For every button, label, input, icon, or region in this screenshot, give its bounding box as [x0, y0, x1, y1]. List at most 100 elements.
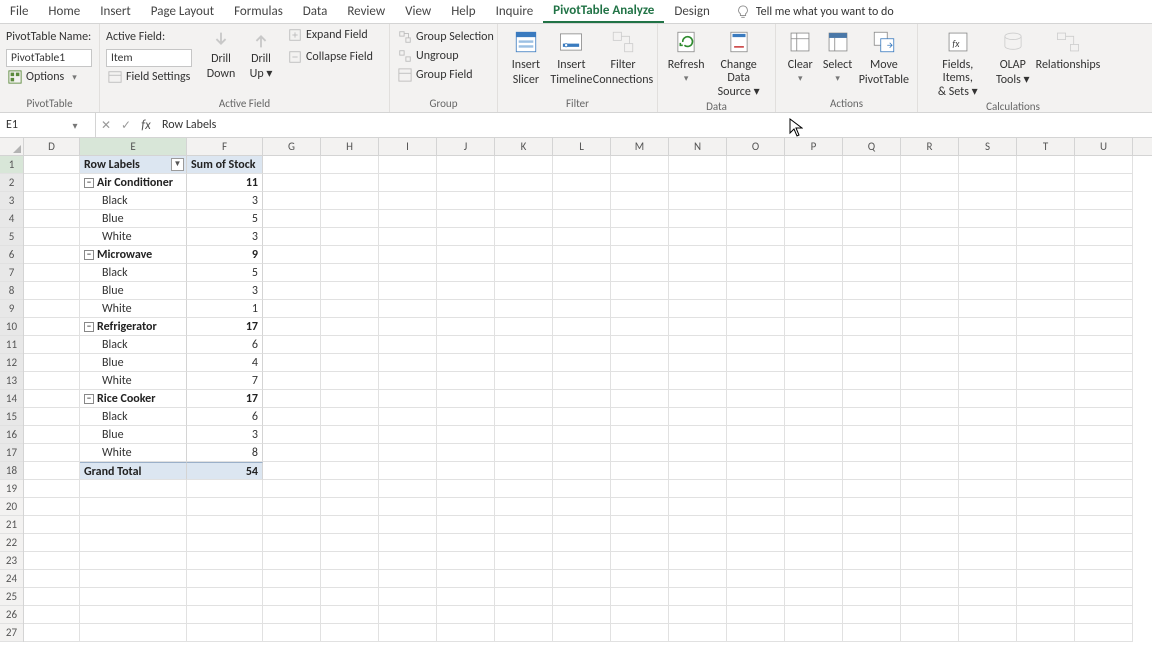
row-header[interactable]: 16 — [0, 426, 23, 444]
cell[interactable] — [263, 444, 321, 462]
cell[interactable] — [24, 318, 80, 336]
cell[interactable] — [1017, 354, 1075, 372]
col-header-N[interactable]: N — [669, 138, 727, 155]
cell[interactable] — [843, 336, 901, 354]
collapse-toggle[interactable]: − — [84, 322, 94, 332]
cell[interactable]: Black — [80, 408, 187, 426]
cell[interactable] — [611, 498, 669, 516]
menu-tab-view[interactable]: View — [395, 1, 441, 22]
cell[interactable] — [669, 174, 727, 192]
cell[interactable] — [1075, 300, 1133, 318]
cell[interactable] — [437, 318, 495, 336]
menu-tab-page-layout[interactable]: Page Layout — [141, 1, 224, 22]
cell[interactable] — [669, 426, 727, 444]
cell[interactable] — [495, 390, 553, 408]
cell[interactable] — [437, 588, 495, 606]
cell[interactable] — [437, 516, 495, 534]
cell[interactable] — [669, 228, 727, 246]
cell[interactable] — [437, 498, 495, 516]
cell[interactable] — [727, 354, 785, 372]
cell[interactable] — [1075, 498, 1133, 516]
row-header[interactable]: 13 — [0, 372, 23, 390]
cell[interactable] — [727, 606, 785, 624]
cell[interactable] — [1075, 426, 1133, 444]
col-header-I[interactable]: I — [379, 138, 437, 155]
cell[interactable] — [495, 462, 553, 480]
cell[interactable]: Blue — [80, 426, 187, 444]
active-field-input[interactable] — [106, 49, 192, 67]
cell[interactable] — [843, 444, 901, 462]
cell[interactable] — [379, 444, 437, 462]
cell[interactable]: −Rice Cooker — [80, 390, 187, 408]
cell[interactable]: 9 — [187, 246, 263, 264]
relationships-button[interactable]: Relationships — [1034, 27, 1102, 72]
cell[interactable] — [495, 426, 553, 444]
cell[interactable]: 5 — [187, 264, 263, 282]
options-button[interactable]: Options▾ — [6, 69, 93, 85]
cell[interactable] — [379, 192, 437, 210]
cell[interactable] — [959, 318, 1017, 336]
cell[interactable] — [495, 624, 553, 642]
menu-tab-file[interactable]: File — [0, 1, 38, 22]
cell[interactable] — [553, 192, 611, 210]
cell[interactable] — [263, 390, 321, 408]
cell[interactable] — [437, 228, 495, 246]
cell[interactable] — [321, 336, 379, 354]
cell[interactable] — [611, 588, 669, 606]
cell[interactable] — [1075, 156, 1133, 174]
cell[interactable] — [901, 408, 959, 426]
cell[interactable] — [24, 426, 80, 444]
cell[interactable] — [1017, 462, 1075, 480]
cell[interactable] — [379, 516, 437, 534]
cell[interactable] — [379, 300, 437, 318]
cell[interactable] — [379, 570, 437, 588]
cell[interactable] — [843, 588, 901, 606]
cell[interactable] — [1075, 174, 1133, 192]
cell[interactable] — [611, 192, 669, 210]
cell[interactable] — [959, 624, 1017, 642]
cell[interactable] — [553, 390, 611, 408]
cell[interactable] — [553, 570, 611, 588]
cell[interactable] — [1017, 588, 1075, 606]
cell[interactable]: 17 — [187, 318, 263, 336]
cell[interactable] — [495, 246, 553, 264]
cell[interactable] — [495, 408, 553, 426]
row-header[interactable]: 23 — [0, 552, 23, 570]
cell[interactable]: 54 — [187, 462, 263, 480]
cell[interactable] — [24, 246, 80, 264]
name-box[interactable] — [0, 113, 68, 137]
cell[interactable] — [263, 426, 321, 444]
cell[interactable] — [553, 552, 611, 570]
cell[interactable] — [669, 300, 727, 318]
cell[interactable] — [553, 156, 611, 174]
cell[interactable] — [437, 246, 495, 264]
cell[interactable] — [495, 534, 553, 552]
cell[interactable] — [669, 282, 727, 300]
cell[interactable] — [785, 570, 843, 588]
cell[interactable] — [321, 192, 379, 210]
cell[interactable] — [785, 408, 843, 426]
cell[interactable] — [263, 210, 321, 228]
cell[interactable] — [437, 300, 495, 318]
cell[interactable] — [959, 516, 1017, 534]
cell[interactable] — [1075, 372, 1133, 390]
cell[interactable] — [553, 408, 611, 426]
row-header[interactable]: 20 — [0, 498, 23, 516]
cell[interactable] — [843, 426, 901, 444]
cell[interactable] — [959, 372, 1017, 390]
cell[interactable] — [379, 228, 437, 246]
cell[interactable] — [379, 264, 437, 282]
cell[interactable] — [785, 552, 843, 570]
insert-slicer-button[interactable]: InsertSlicer — [504, 27, 548, 86]
cell[interactable] — [187, 588, 263, 606]
cell[interactable] — [611, 462, 669, 480]
row-header[interactable]: 24 — [0, 570, 23, 588]
cell[interactable]: Blue — [80, 282, 187, 300]
cell[interactable] — [24, 282, 80, 300]
cell[interactable] — [843, 354, 901, 372]
cell[interactable] — [901, 192, 959, 210]
formula-enter-button[interactable]: ✓ — [116, 118, 136, 133]
cell[interactable]: White — [80, 444, 187, 462]
cell[interactable] — [843, 408, 901, 426]
cell[interactable] — [727, 318, 785, 336]
